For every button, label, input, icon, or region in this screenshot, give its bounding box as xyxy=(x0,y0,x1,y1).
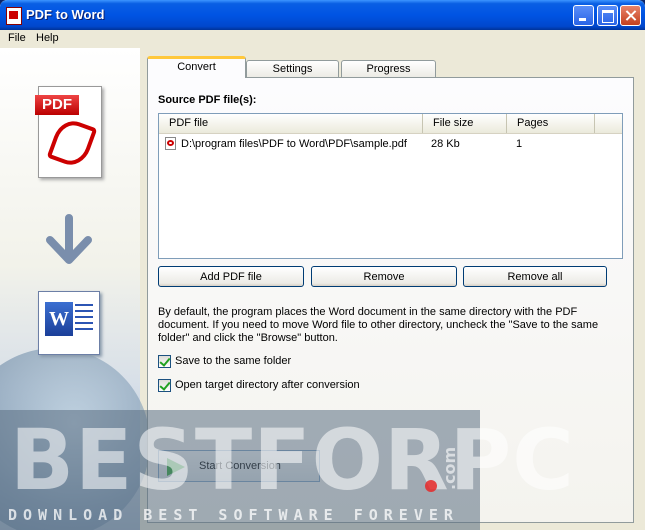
start-conversion-button[interactable]: Start Conversion xyxy=(158,450,320,482)
row-file-size: 28 Kb xyxy=(431,138,460,150)
tab-convert[interactable]: Convert xyxy=(147,56,246,78)
open-target-checkbox[interactable] xyxy=(158,379,171,392)
menu-file[interactable]: File xyxy=(8,32,26,44)
open-target-label[interactable]: Open target directory after conversion xyxy=(175,379,360,392)
save-same-folder-label[interactable]: Save to the same folder xyxy=(175,355,291,368)
app-window: PDF to Word File Help PDF W Convert Sett… xyxy=(0,0,645,530)
text-lines-icon xyxy=(75,304,93,334)
minimize-button[interactable] xyxy=(573,5,594,26)
remove-button[interactable]: Remove xyxy=(311,266,457,287)
word-document-icon: W xyxy=(38,291,100,355)
side-illustration: PDF W xyxy=(0,48,150,530)
pdf-document-icon: PDF xyxy=(35,86,102,178)
convert-panel: Source PDF file(s): PDF file File size P… xyxy=(147,77,634,523)
close-button[interactable] xyxy=(620,5,641,26)
column-file-size[interactable]: File size xyxy=(423,114,507,133)
pdf-badge: PDF xyxy=(35,95,79,115)
remove-all-button[interactable]: Remove all xyxy=(463,266,607,287)
tab-settings[interactable]: Settings xyxy=(246,60,339,77)
app-icon[interactable] xyxy=(6,7,22,25)
menu-bar: File Help xyxy=(0,30,645,48)
column-pdf-file[interactable]: PDF file xyxy=(159,114,423,133)
arrow-down-icon xyxy=(46,214,92,264)
menu-help[interactable]: Help xyxy=(36,32,59,44)
description-text: By default, the program places the Word … xyxy=(158,306,599,344)
play-icon xyxy=(167,458,185,476)
maximize-button[interactable] xyxy=(597,5,618,26)
list-header: PDF file File size Pages xyxy=(159,114,622,134)
row-pages: 1 xyxy=(516,138,523,150)
save-same-folder-checkbox[interactable] xyxy=(158,355,171,368)
column-pages[interactable]: Pages xyxy=(507,114,595,133)
source-files-title: Source PDF file(s): xyxy=(158,94,257,106)
title-bar[interactable]: PDF to Word xyxy=(0,0,645,30)
tab-progress[interactable]: Progress xyxy=(341,60,436,77)
pdf-file-list[interactable]: PDF file File size Pages D:\program file… xyxy=(158,113,623,259)
add-pdf-file-button[interactable]: Add PDF file xyxy=(158,266,304,287)
start-conversion-label: Start Conversion xyxy=(199,460,281,472)
acrobat-swirl-icon xyxy=(46,115,98,171)
pdf-file-icon xyxy=(165,137,176,150)
word-w-icon: W xyxy=(45,302,73,336)
globe-image xyxy=(0,348,150,530)
window-title: PDF to Word xyxy=(26,7,105,22)
row-file-path: D:\program files\PDF to Word\PDF\sample.… xyxy=(181,138,407,150)
table-row[interactable]: D:\program files\PDF to Word\PDF\sample.… xyxy=(159,136,622,152)
